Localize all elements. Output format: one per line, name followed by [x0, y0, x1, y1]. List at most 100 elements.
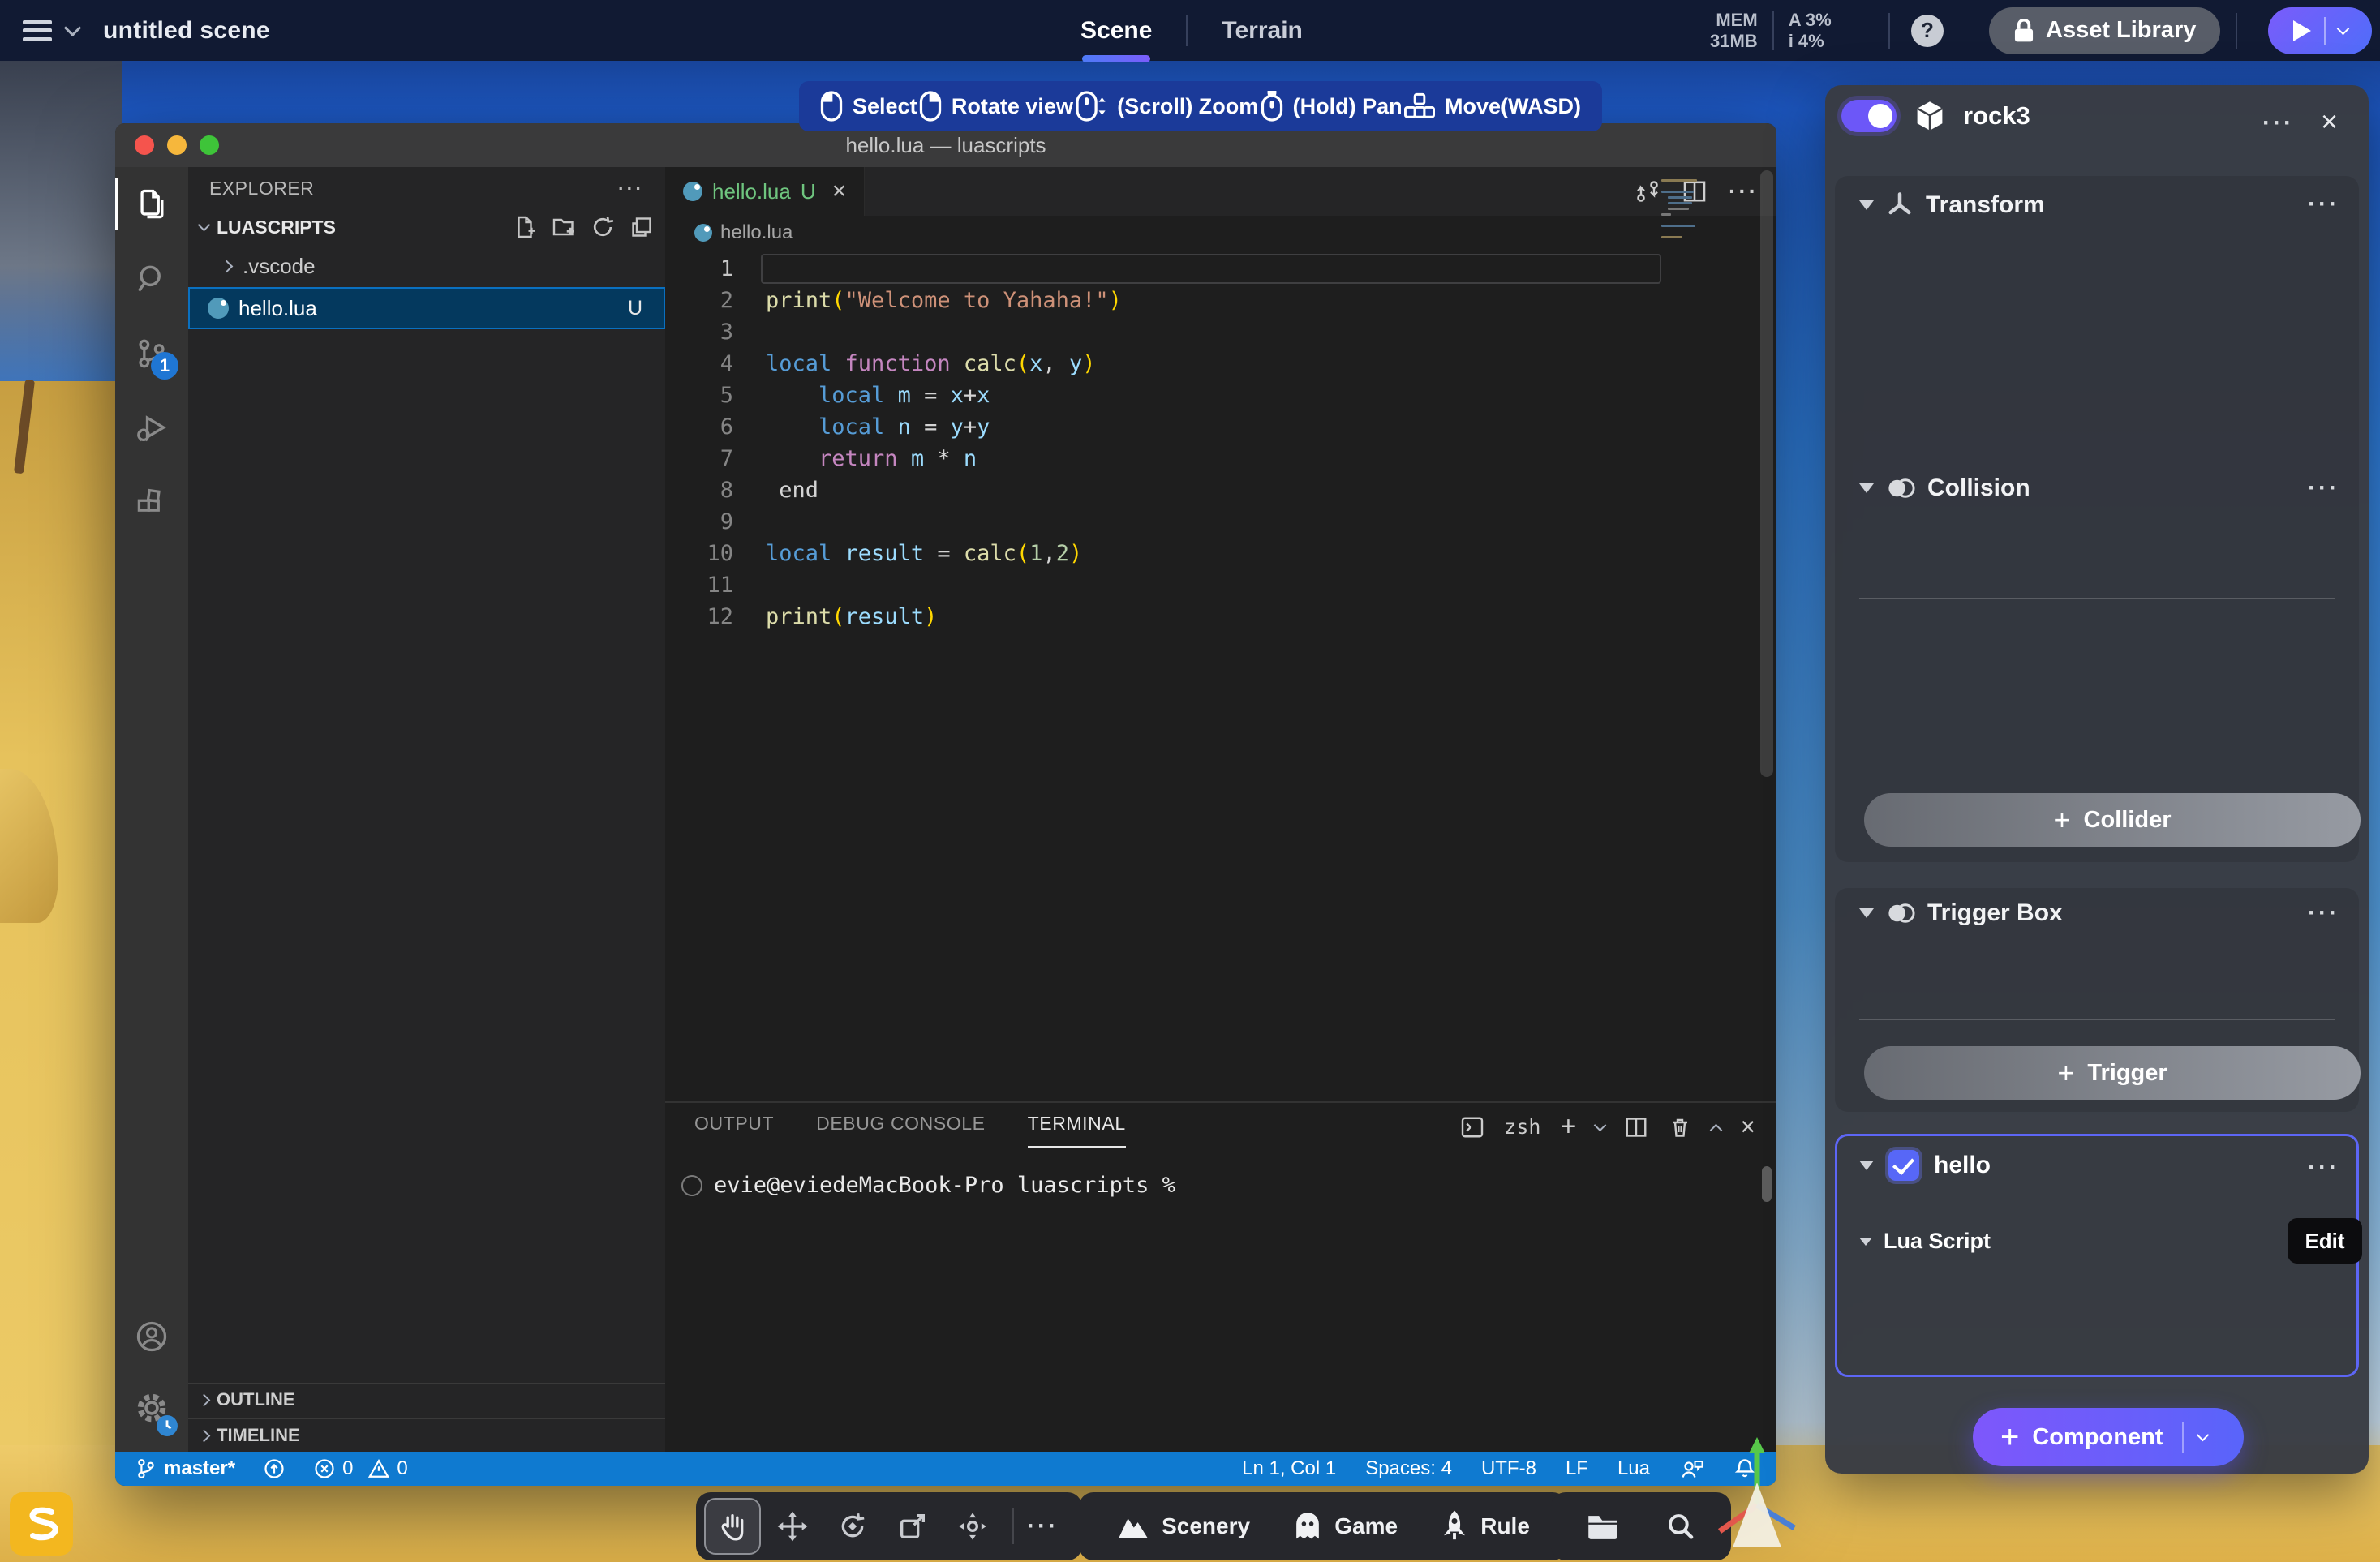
terminal-scrollbar[interactable]	[1762, 1166, 1772, 1202]
eol[interactable]: LF	[1566, 1457, 1588, 1480]
search-icon[interactable]	[1664, 1510, 1696, 1543]
editor-more-icon[interactable]: ···	[1729, 178, 1759, 204]
activitybar-extensions[interactable]	[115, 466, 188, 540]
indentation[interactable]: Spaces: 4	[1365, 1457, 1452, 1480]
terminal-dropdown-chevron-icon[interactable]	[1594, 1119, 1607, 1132]
collapse-chevron-icon[interactable]	[1859, 200, 1874, 210]
lua-script-chevron-icon[interactable]	[1859, 1238, 1872, 1246]
tool-select[interactable]: Select	[820, 91, 917, 122]
collision-section-header[interactable]: Collision	[1859, 474, 2030, 502]
sync-item[interactable]	[263, 1457, 286, 1480]
explorer-more-icon[interactable]: ···	[618, 178, 644, 200]
activitybar-explorer[interactable]	[115, 167, 188, 242]
scale-tool-button[interactable]	[886, 1500, 939, 1553]
translate-gizmo[interactable]	[1700, 1421, 1814, 1559]
editor-scrollbar[interactable]	[1760, 170, 1773, 777]
timeline-section[interactable]: TIMELINE	[188, 1418, 665, 1452]
transform-tool-button[interactable]	[946, 1500, 999, 1553]
terminal-prompt[interactable]: evie@eviedeMacBook-Pro luascripts %	[681, 1173, 1175, 1198]
split-terminal-icon[interactable]	[1624, 1115, 1648, 1139]
panel-tab-terminal[interactable]: TERMINAL	[1028, 1113, 1126, 1148]
tab-scene[interactable]: Scene	[1071, 17, 1162, 45]
shell-label[interactable]: zsh	[1504, 1115, 1540, 1139]
scene-name[interactable]: untitled scene	[103, 17, 270, 45]
activitybar-accounts[interactable]	[115, 1299, 188, 1374]
activitybar-source-control[interactable]: 1	[115, 316, 188, 391]
menu-icon[interactable]	[23, 20, 52, 41]
object-visibility-toggle[interactable]	[1841, 100, 1897, 132]
open-changes-icon[interactable]	[1635, 178, 1660, 204]
encoding[interactable]: UTF-8	[1481, 1457, 1536, 1480]
tab-hello-lua[interactable]: hello.lua U ×	[665, 167, 865, 216]
rotate-tool-button[interactable]	[826, 1500, 879, 1553]
menu-chevron-icon[interactable]	[64, 19, 81, 36]
refresh-icon[interactable]	[591, 215, 615, 239]
collapse-folders-icon[interactable]	[629, 215, 654, 239]
minimap[interactable]	[1661, 174, 1713, 238]
panel-tab-output[interactable]: OUTPUT	[694, 1113, 774, 1148]
code-line[interactable]: 6 local n = y+y	[665, 411, 1776, 443]
pan-tool-button[interactable]	[706, 1500, 759, 1553]
play-button[interactable]	[2268, 7, 2372, 54]
code-line[interactable]: 11	[665, 569, 1776, 601]
play-dropdown-chevron-icon[interactable]	[2336, 23, 2349, 36]
rule-button[interactable]: Rule	[1440, 1509, 1530, 1543]
tool-move-wasd[interactable]: Move(WASD)	[1404, 92, 1581, 120]
tree-item-hello-lua[interactable]: hello.lua U	[188, 287, 665, 329]
trigger-box-section-header[interactable]: Trigger Box	[1859, 899, 2063, 927]
add-component-button[interactable]: + Component	[1973, 1408, 2244, 1466]
code-line[interactable]: 7 return m * n	[665, 443, 1776, 474]
code-line[interactable]: 8 end	[665, 474, 1776, 506]
maximize-panel-chevron-icon[interactable]	[1710, 1124, 1723, 1137]
hello-more-icon[interactable]: ···	[2308, 1154, 2339, 1182]
new-folder-icon[interactable]	[552, 215, 576, 239]
help-icon[interactable]: ?	[1911, 15, 1944, 47]
new-terminal-icon[interactable]: +	[1560, 1111, 1576, 1143]
code-line[interactable]: 12print(result)	[665, 601, 1776, 633]
tab-terrain[interactable]: Terrain	[1212, 17, 1312, 45]
object-name[interactable]: rock3	[1963, 101, 2030, 131]
add-trigger-button[interactable]: +Trigger	[1864, 1046, 2361, 1100]
scenery-button[interactable]: Scenery	[1116, 1512, 1250, 1541]
object-more-icon[interactable]: ···	[2262, 109, 2294, 137]
panel-tab-debug-console[interactable]: DEBUG CONSOLE	[816, 1113, 985, 1148]
code-line[interactable]: 10local result = calc(1,2)	[665, 538, 1776, 569]
code-line[interactable]: 9	[665, 506, 1776, 538]
transform-section-header[interactable]: Transform	[1859, 191, 2045, 220]
breadcrumb[interactable]: hello.lua	[665, 216, 1776, 250]
folder-icon[interactable]	[1586, 1512, 1620, 1541]
tool-hold-pan[interactable]: (Hold) Pan	[1261, 91, 1403, 122]
language-mode[interactable]: Lua	[1617, 1457, 1650, 1480]
explorer-section-luascripts[interactable]: LUASCRIPTS	[188, 209, 665, 245]
move-tool-button[interactable]	[766, 1500, 819, 1553]
tree-item-vscode-folder[interactable]: .vscode	[188, 245, 665, 287]
activitybar-run-debug[interactable]	[115, 391, 188, 466]
close-panel-icon[interactable]: ×	[1740, 1112, 1755, 1142]
trash-icon[interactable]	[1668, 1115, 1692, 1139]
yahaha-logo[interactable]	[10, 1492, 73, 1556]
problems-item[interactable]: 0 0	[313, 1457, 408, 1480]
asset-library-button[interactable]: Asset Library	[1989, 7, 2220, 54]
activitybar-search[interactable]	[115, 242, 188, 316]
tool-rotate-view[interactable]: Rotate view	[919, 91, 1073, 122]
transform-more-icon[interactable]: ···	[2308, 191, 2339, 218]
code-line[interactable]: 4local function calc(x, y)	[665, 348, 1776, 380]
hello-chevron-icon[interactable]	[1859, 1161, 1874, 1170]
toolbar-more-icon[interactable]: ···	[1027, 1513, 1067, 1540]
new-file-icon[interactable]	[513, 215, 537, 239]
trigger-more-icon[interactable]: ···	[2308, 899, 2339, 927]
code-line[interactable]: 3	[665, 316, 1776, 348]
code-line[interactable]: 1	[665, 253, 1776, 285]
code-line[interactable]: 2print("Welcome to Yahaha!")	[665, 285, 1776, 316]
game-button[interactable]: Game	[1292, 1510, 1398, 1543]
activitybar-settings[interactable]	[115, 1371, 188, 1445]
component-dropdown-chevron-icon[interactable]	[2197, 1428, 2210, 1441]
collision-more-icon[interactable]: ···	[2308, 474, 2339, 502]
tool-scroll-zoom[interactable]: (Scroll) Zoom	[1075, 91, 1258, 122]
add-collider-button[interactable]: +Collider	[1864, 793, 2361, 847]
git-branch-item[interactable]: master*	[135, 1457, 235, 1480]
hello-enabled-checkbox[interactable]	[1888, 1150, 1919, 1181]
outline-section[interactable]: OUTLINE	[188, 1383, 665, 1416]
tab-close-icon[interactable]: ×	[832, 178, 847, 205]
code-line[interactable]: 5 local m = x+x	[665, 380, 1776, 411]
